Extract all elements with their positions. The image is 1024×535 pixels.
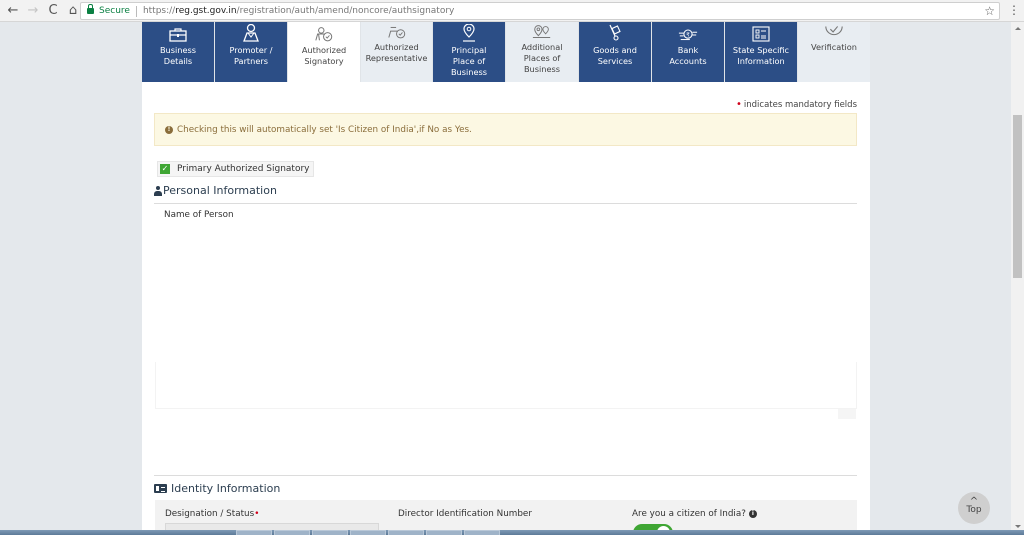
id-card-icon <box>154 484 167 493</box>
tab-label-line2: Accounts <box>669 56 707 66</box>
briefcase-icon <box>168 22 188 42</box>
name-fields-area <box>155 362 857 409</box>
tab-bank-accounts[interactable]: ₹ Bank Accounts <box>652 22 725 82</box>
tab-authorized-representative[interactable]: Authorized Representative <box>361 22 433 82</box>
taskbar-item[interactable] <box>350 530 386 535</box>
rupee-coin-icon: ₹ <box>678 22 698 42</box>
check-circle-icon <box>824 22 844 39</box>
secure-label: Secure <box>99 6 130 16</box>
page-scrollbar[interactable] <box>1011 22 1024 532</box>
tab-label-line1: Promoter / <box>229 45 273 55</box>
tab-label-line2: Partners <box>233 56 269 66</box>
person-icon <box>241 22 261 42</box>
browser-menu-icon[interactable]: ⋮ <box>1008 3 1020 17</box>
tab-principal-place[interactable]: Principal Place of Business <box>433 22 506 82</box>
browser-toolbar: ← → C ⌂ Secure https:// reg.gst.gov.in /… <box>0 0 1024 22</box>
designation-label-text: Designation / Status <box>165 509 255 519</box>
tab-label-line2: Details <box>163 56 193 66</box>
tab-label-line1: Verification <box>810 42 857 52</box>
primary-signatory-checkbox[interactable]: ✓ Primary Authorized Signatory <box>157 161 315 177</box>
os-taskbar <box>0 530 1024 535</box>
hand-truck-icon <box>605 22 625 42</box>
tab-label-line3: Business <box>523 64 561 74</box>
back-button[interactable]: ← <box>4 2 22 20</box>
required-marker: • <box>254 509 260 519</box>
address-bar[interactable]: Secure https:// reg.gst.gov.in /registra… <box>80 2 1000 20</box>
taskbar-item[interactable] <box>464 530 500 535</box>
checkbox-checked-icon[interactable]: ✓ <box>160 164 170 174</box>
personal-info-heading: Personal Information <box>154 184 277 197</box>
taskbar-item[interactable] <box>274 530 310 535</box>
tab-label-line1: Additional <box>521 42 563 52</box>
citizen-label: Are you a citizen of India? i <box>632 509 757 519</box>
tab-promoter-partners[interactable]: Promoter / Partners <box>215 22 288 82</box>
page-container: Business Details Promoter / Partners Aut… <box>142 22 870 535</box>
bookmark-star-icon[interactable]: ☆ <box>984 4 995 18</box>
taskbar-item[interactable] <box>236 530 272 535</box>
taskbar-item[interactable] <box>426 530 462 535</box>
taskbar-item[interactable] <box>312 530 348 535</box>
tab-label-line1: State Specific <box>732 45 790 55</box>
tab-label-line1: Principal <box>451 45 487 55</box>
tab-label-line1: Authorized <box>301 45 347 55</box>
map-pins-icon <box>532 22 552 39</box>
url-host: reg.gst.gov.in <box>175 6 237 16</box>
name-of-person-label: Name of Person <box>164 210 234 220</box>
tab-label-line2: Places of <box>523 53 561 63</box>
url-path: /registration/auth/amend/noncore/authsig… <box>236 6 455 16</box>
url-scheme: https:// <box>142 6 176 16</box>
tab-label-line2: Information <box>737 56 785 66</box>
top-label: Top <box>966 505 982 515</box>
svg-text:₹: ₹ <box>686 32 690 38</box>
info-alert: ! Checking this will automatically set '… <box>154 113 857 146</box>
tab-additional-places[interactable]: Additional Places of Business <box>506 22 579 82</box>
identity-info-heading: Identity Information <box>154 482 280 495</box>
resize-handle <box>838 409 856 419</box>
tab-label-line3: Business <box>450 67 488 77</box>
tab-label-line1: Authorized <box>374 42 419 52</box>
map-pin-icon <box>459 22 479 42</box>
lock-icon <box>87 4 94 14</box>
info-circle-icon: ! <box>165 125 173 134</box>
tab-verification[interactable]: Verification <box>798 22 870 82</box>
citizen-label-text: Are you a citizen of India? <box>632 509 746 519</box>
scroll-down-arrow-icon[interactable] <box>1015 525 1021 528</box>
tab-label-line1: Goods and <box>593 45 637 55</box>
alert-text: Checking this will automatically set 'Is… <box>177 124 472 135</box>
designation-label: Designation / Status• <box>165 509 259 519</box>
din-label: Director Identification Number <box>398 509 532 519</box>
reload-button[interactable]: C <box>44 2 62 20</box>
user-icon <box>154 185 162 196</box>
list-icon <box>751 22 771 42</box>
person-check-icon <box>387 22 407 39</box>
tab-authorized-signatory[interactable]: Authorized Signatory <box>288 22 361 82</box>
section-divider <box>154 475 857 476</box>
forward-button[interactable]: → <box>24 2 42 20</box>
tab-label-line2: Services <box>597 56 633 66</box>
personal-info-title: Personal Information <box>163 184 277 197</box>
tab-label-line1: Bank <box>677 45 699 55</box>
identity-info-title: Identity Information <box>171 482 281 495</box>
taskbar-item[interactable] <box>388 530 424 535</box>
tab-state-specific[interactable]: State Specific Information <box>725 22 798 82</box>
primary-signatory-label: Primary Authorized Signatory <box>177 164 310 174</box>
person-check-icon <box>314 22 334 42</box>
registration-steps-tabs: Business Details Promoter / Partners Aut… <box>142 22 870 82</box>
tab-goods-services[interactable]: Goods and Services <box>579 22 652 82</box>
info-circle-icon[interactable]: i <box>748 509 757 518</box>
back-to-top-button[interactable]: ^ Top <box>958 492 990 524</box>
mandatory-note: • indicates mandatory fields <box>736 99 857 110</box>
tab-label-line2: Representative <box>365 53 428 63</box>
section-divider <box>154 203 857 204</box>
tab-label-line2: Place of <box>452 56 486 66</box>
required-marker: • <box>736 99 742 110</box>
scroll-thumb[interactable] <box>1013 115 1022 278</box>
scroll-up-arrow-icon[interactable] <box>1015 27 1021 30</box>
tab-label-line2: Signatory <box>304 56 344 66</box>
tab-label-line1: Business <box>159 45 197 55</box>
tab-business-details[interactable]: Business Details <box>142 22 215 82</box>
mandatory-note-text: indicates mandatory fields <box>743 100 857 110</box>
divider <box>135 5 137 17</box>
